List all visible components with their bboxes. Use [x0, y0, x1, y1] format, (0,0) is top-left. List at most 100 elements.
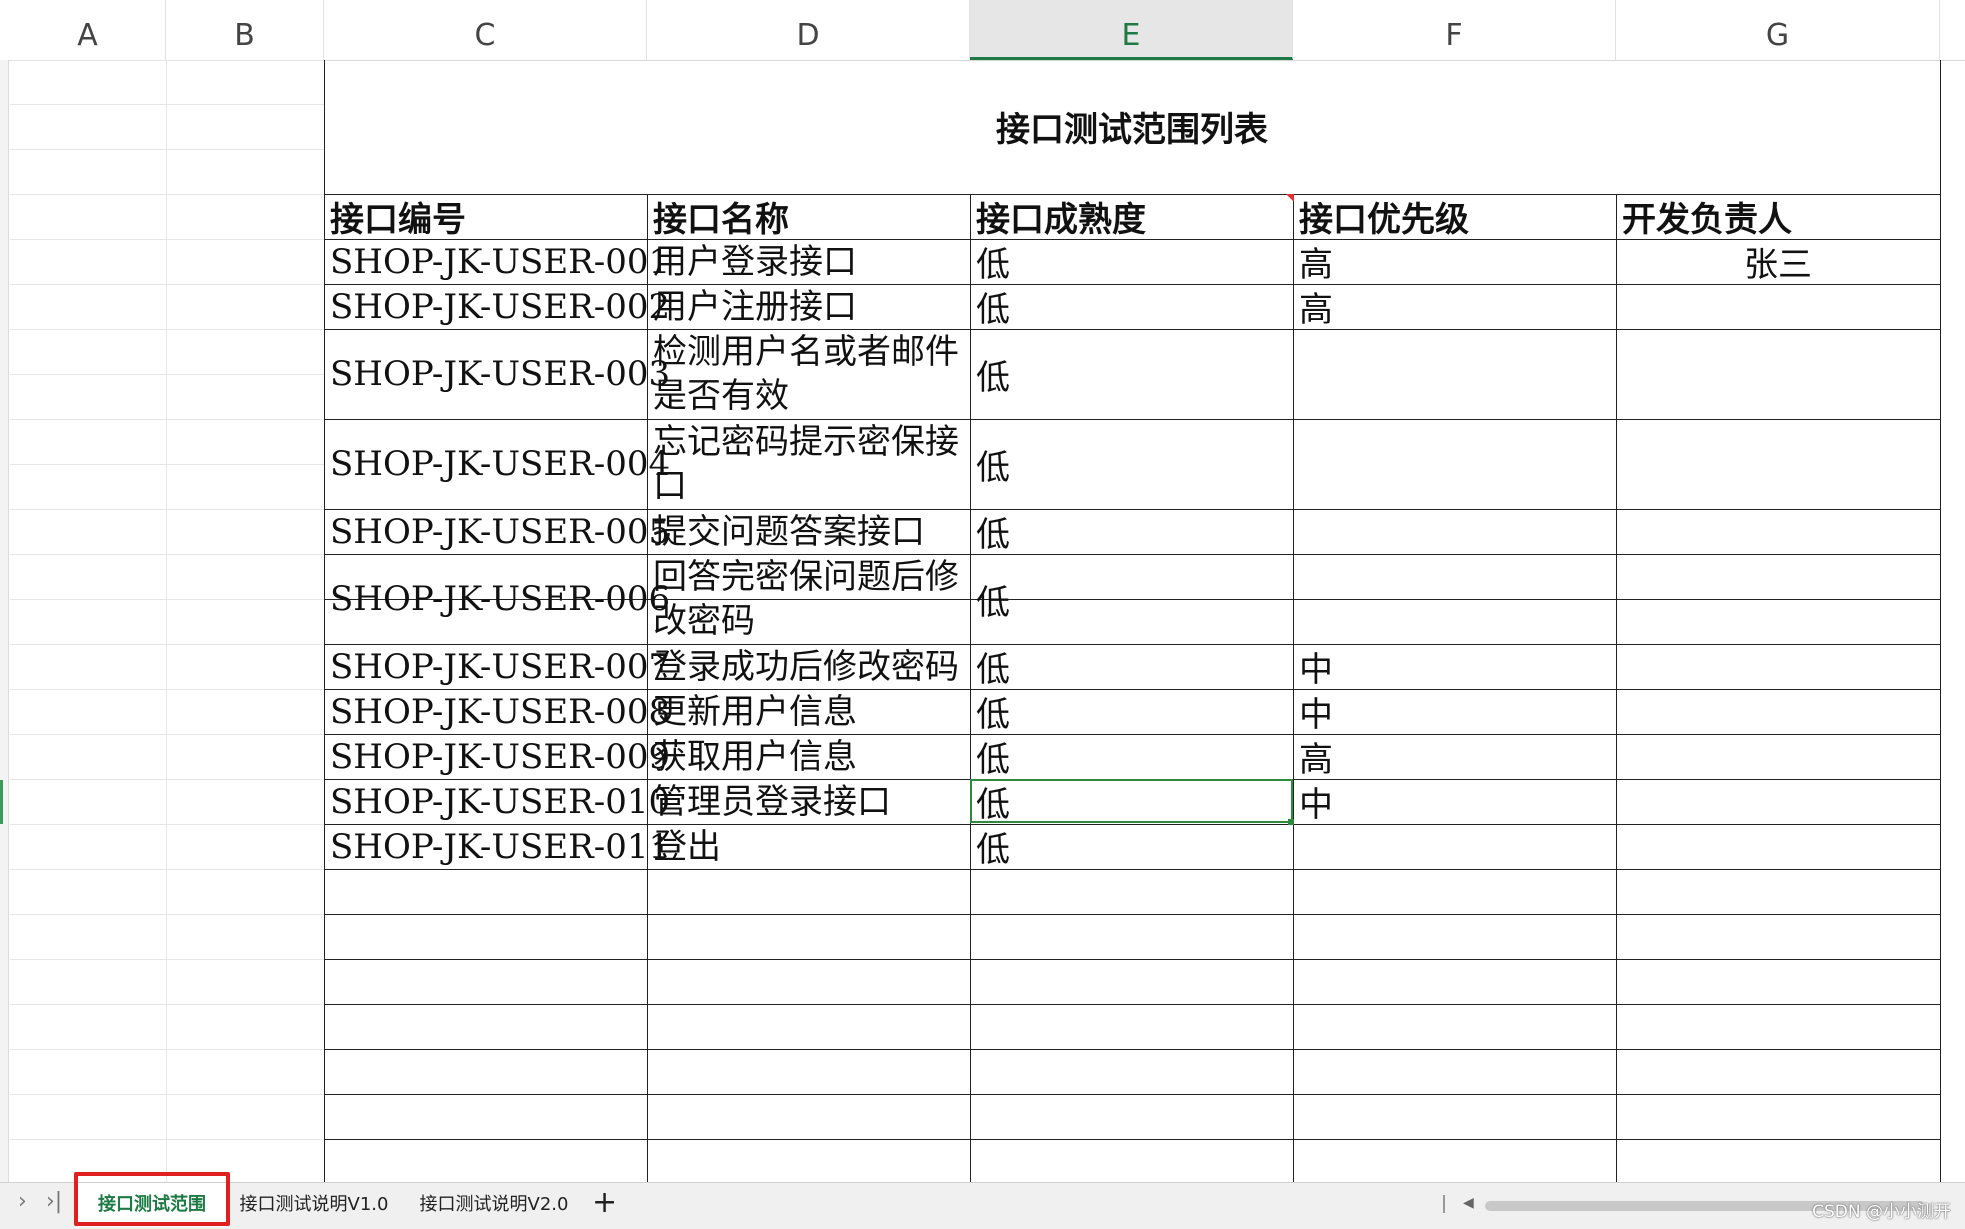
- table-cell-id[interactable]: SHOP-JK-USER-004: [324, 419, 670, 509]
- grid-line: [10, 914, 324, 915]
- grid-line: [10, 60, 324, 61]
- comment-indicator-icon[interactable]: [1286, 194, 1294, 202]
- grid-line: [10, 689, 324, 690]
- tab-sheet-v2[interactable]: 接口测试说明V2.0: [414, 1183, 574, 1227]
- select-all-corner[interactable]: [0, 0, 10, 60]
- table-cell-maturity[interactable]: 低: [970, 689, 1293, 735]
- table-cell-maturity[interactable]: 低: [970, 734, 1293, 780]
- table-cell-id[interactable]: SHOP-JK-USER-001: [324, 239, 670, 284]
- column-header-b[interactable]: B: [166, 0, 324, 60]
- grid-line: [166, 60, 167, 1182]
- scroll-divider[interactable]: [1443, 1195, 1445, 1213]
- table-cell-owner[interactable]: [1616, 329, 1940, 419]
- grid-line: [10, 104, 324, 105]
- table-border: [1940, 60, 1941, 1182]
- column-title[interactable]: 接口编号: [324, 194, 647, 240]
- column-header-c[interactable]: C: [324, 0, 647, 60]
- table-cell-name[interactable]: 登录成功后修改密码: [647, 644, 970, 689]
- table-cell-maturity[interactable]: 低: [970, 284, 1293, 330]
- table-cell-priority[interactable]: 高: [1293, 734, 1616, 780]
- table-cell-priority[interactable]: 中: [1293, 779, 1616, 825]
- table-cell-owner[interactable]: [1616, 644, 1940, 689]
- table-cell-maturity[interactable]: 低: [970, 329, 1293, 419]
- table-cell-owner[interactable]: 张三: [1616, 239, 1940, 285]
- scroll-left-icon[interactable]: ◀: [1463, 1195, 1474, 1211]
- grid-line: [10, 194, 324, 195]
- table-cell-id[interactable]: SHOP-JK-USER-007: [324, 644, 670, 689]
- table-cell-maturity[interactable]: 低: [970, 779, 1293, 825]
- table-cell-name[interactable]: 用户登录接口: [647, 239, 970, 284]
- grid-line: [10, 419, 324, 420]
- table-cell-id[interactable]: SHOP-JK-USER-005: [324, 509, 670, 554]
- table-cell-owner[interactable]: [1616, 779, 1940, 824]
- fill-handle[interactable]: [1288, 819, 1294, 825]
- table-cell-id[interactable]: SHOP-JK-USER-009: [324, 734, 670, 779]
- grid-line: [10, 1139, 324, 1140]
- table-cell-priority[interactable]: [1293, 419, 1616, 509]
- prev-sheet-icon[interactable]: ›: [18, 1189, 27, 1214]
- column-title[interactable]: 开发负责人: [1616, 194, 1939, 240]
- grid-line: [10, 734, 324, 735]
- tab-sheet-v1[interactable]: 接口测试说明V1.0: [236, 1183, 392, 1227]
- grid-line: [10, 554, 324, 555]
- column-header-e[interactable]: E: [970, 0, 1293, 60]
- table-cell-id[interactable]: SHOP-JK-USER-010: [324, 779, 670, 824]
- table-cell-maturity[interactable]: 低: [970, 824, 1293, 870]
- table-cell-maturity[interactable]: 低: [970, 419, 1293, 509]
- table-cell-name[interactable]: 管理员登录接口: [647, 779, 970, 824]
- table-cell-id[interactable]: SHOP-JK-USER-002: [324, 284, 670, 329]
- column-header-d[interactable]: D: [647, 0, 970, 60]
- table-cell-maturity[interactable]: 低: [970, 554, 1293, 644]
- table-cell-maturity[interactable]: 低: [970, 239, 1293, 285]
- column-title[interactable]: 接口优先级: [1293, 194, 1616, 240]
- table-cell-id[interactable]: SHOP-JK-USER-011: [324, 824, 670, 869]
- table-cell-owner[interactable]: [1616, 734, 1940, 779]
- table-cell-id[interactable]: SHOP-JK-USER-008: [324, 689, 670, 734]
- table-cell-priority[interactable]: [1293, 824, 1616, 869]
- table-cell-name[interactable]: 检测用户名或者邮件是否有效: [647, 329, 970, 419]
- sheet-title[interactable]: 接口测试范围列表: [324, 100, 1940, 160]
- table-cell-name[interactable]: 获取用户信息: [647, 734, 970, 779]
- last-sheet-icon[interactable]: ›|: [46, 1189, 62, 1214]
- column-title[interactable]: 接口成熟度: [970, 194, 1293, 240]
- table-cell-name[interactable]: 用户注册接口: [647, 284, 970, 329]
- table-cell-owner[interactable]: [1616, 689, 1940, 734]
- grid-line: [10, 509, 324, 510]
- table-cell-id[interactable]: SHOP-JK-USER-003: [324, 329, 670, 419]
- table-cell-name[interactable]: 忘记密码提示密保接口: [647, 419, 970, 509]
- table-cell-priority[interactable]: 中: [1293, 644, 1616, 690]
- grid-line: [10, 1094, 324, 1095]
- table-cell-id[interactable]: SHOP-JK-USER-006: [324, 554, 670, 644]
- table-border: [324, 914, 1940, 915]
- table-cell-owner[interactable]: [1616, 509, 1940, 554]
- table-cell-priority[interactable]: 高: [1293, 239, 1616, 285]
- table-cell-maturity[interactable]: 低: [970, 644, 1293, 690]
- table-cell-name[interactable]: 更新用户信息: [647, 689, 970, 734]
- column-header-a[interactable]: A: [10, 0, 166, 60]
- add-sheet-icon[interactable]: +: [592, 1185, 617, 1220]
- table-cell-priority[interactable]: [1293, 554, 1616, 644]
- table-border: [324, 1139, 1940, 1140]
- grid-line: [10, 149, 324, 150]
- column-title[interactable]: 接口名称: [647, 194, 970, 240]
- column-header-g[interactable]: G: [1616, 0, 1940, 60]
- grid-line: [10, 824, 324, 825]
- table-cell-owner[interactable]: [1616, 284, 1940, 329]
- table-border: [324, 1004, 1940, 1005]
- watermark: CSDN @小小测开: [1812, 1202, 1951, 1222]
- table-cell-priority[interactable]: 高: [1293, 284, 1616, 330]
- column-header-bar: A B C D E F G: [0, 0, 1965, 61]
- column-header-f[interactable]: F: [1293, 0, 1616, 60]
- table-cell-priority[interactable]: [1293, 329, 1616, 419]
- table-cell-owner[interactable]: [1616, 419, 1940, 509]
- table-cell-maturity[interactable]: 低: [970, 509, 1293, 555]
- table-cell-priority[interactable]: [1293, 509, 1616, 554]
- table-cell-name[interactable]: 回答完密保问题后修改密码: [647, 554, 970, 644]
- horizontal-scroll-area: ◀ CSDN @小小测开: [1435, 1183, 1965, 1227]
- table-cell-name[interactable]: 提交问题答案接口: [647, 509, 970, 554]
- table-cell-owner[interactable]: [1616, 824, 1940, 869]
- table-cell-owner[interactable]: [1616, 554, 1940, 644]
- table-cell-name[interactable]: 登出: [647, 824, 970, 869]
- table-cell-priority[interactable]: 中: [1293, 689, 1616, 735]
- table-border: [324, 1094, 1940, 1095]
